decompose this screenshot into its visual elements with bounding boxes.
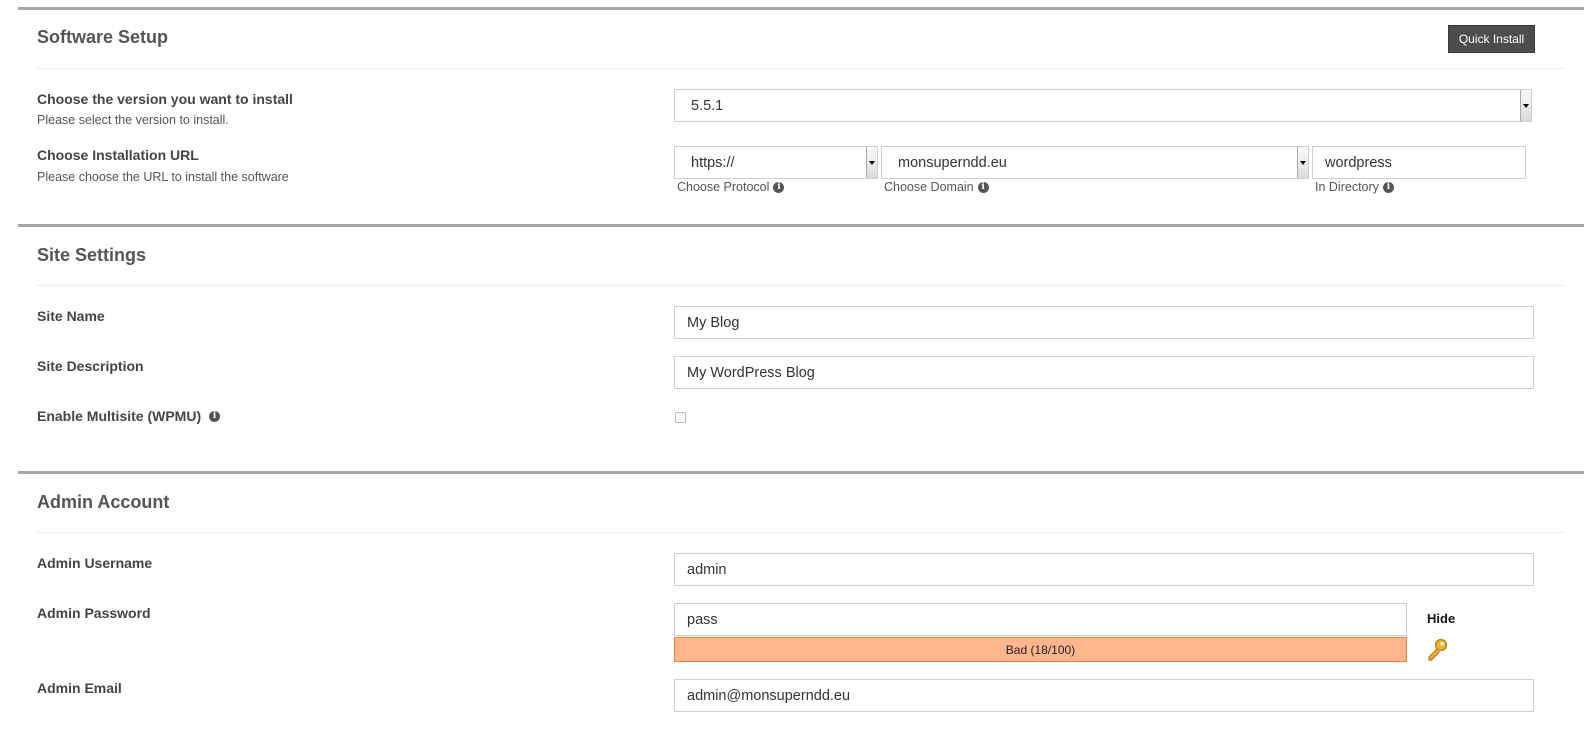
directory-hint-text: In Directory xyxy=(1315,180,1379,194)
chevron-down-icon xyxy=(1297,147,1308,178)
key-icon[interactable] xyxy=(1426,638,1448,662)
protocol-hint: Choose Protocol i xyxy=(677,180,785,194)
info-circle-icon[interactable]: i xyxy=(977,181,989,193)
protocol-select-value: https:// xyxy=(691,154,735,171)
divider xyxy=(37,68,1565,69)
admin-password-input[interactable]: pass xyxy=(674,603,1407,636)
domain-select[interactable]: monsuperndd.eu xyxy=(881,146,1309,179)
domain-hint-text: Choose Domain xyxy=(884,180,974,194)
section-divider xyxy=(18,7,1584,10)
site-name-label: Site Name xyxy=(37,308,105,324)
site-description-label: Site Description xyxy=(37,358,144,374)
version-select[interactable]: 5.5.1 xyxy=(674,89,1532,122)
protocol-hint-text: Choose Protocol xyxy=(677,180,770,194)
site-name-value: My Blog xyxy=(687,314,740,331)
multisite-checkbox[interactable] xyxy=(675,412,686,423)
admin-username-label: Admin Username xyxy=(37,555,153,571)
quick-install-button[interactable]: Quick Install xyxy=(1448,25,1535,53)
admin-email-label: Admin Email xyxy=(37,680,122,696)
site-name-input[interactable]: My Blog xyxy=(674,306,1534,339)
admin-account-title: Admin Account xyxy=(37,492,170,512)
site-description-value: My WordPress Blog xyxy=(687,364,815,381)
admin-username-value: admin xyxy=(687,561,727,578)
version-select-value: 5.5.1 xyxy=(691,97,724,114)
admin-email-value: admin@monsuperndd.eu xyxy=(687,687,851,704)
admin-password-value: pass xyxy=(687,611,718,628)
admin-password-label: Admin Password xyxy=(37,605,151,621)
divider xyxy=(37,532,1565,533)
install-url-label: Choose Installation URL xyxy=(37,147,199,163)
domain-hint: Choose Domain i xyxy=(884,180,989,194)
info-circle-icon[interactable]: i xyxy=(1382,181,1394,193)
software-setup-title: Software Setup xyxy=(37,27,169,47)
section-divider xyxy=(18,224,1584,227)
directory-input[interactable]: wordpress xyxy=(1312,146,1526,179)
version-label: Choose the version you want to install xyxy=(37,91,293,107)
info-circle-icon[interactable]: i xyxy=(773,181,785,193)
version-sublabel: Please select the version to install. xyxy=(37,113,229,127)
protocol-select[interactable]: https:// xyxy=(674,146,878,179)
multisite-label: Enable Multisite (WPMU) i xyxy=(37,408,221,424)
chevron-down-icon xyxy=(866,147,877,178)
password-strength-meter: Bad (18/100) xyxy=(674,637,1407,662)
site-settings-title: Site Settings xyxy=(37,245,147,265)
section-divider xyxy=(18,471,1584,474)
install-url-sublabel: Please choose the URL to install the sof… xyxy=(37,170,289,184)
divider xyxy=(37,285,1565,286)
chevron-down-icon xyxy=(1520,90,1531,121)
info-circle-icon[interactable]: i xyxy=(209,410,221,422)
directory-input-value: wordpress xyxy=(1325,154,1392,171)
multisite-label-text: Enable Multisite (WPMU) xyxy=(37,408,202,424)
admin-username-input[interactable]: admin xyxy=(674,553,1534,586)
site-description-input[interactable]: My WordPress Blog xyxy=(674,356,1534,389)
hide-password-link[interactable]: Hide xyxy=(1427,611,1455,626)
directory-hint: In Directory i xyxy=(1315,180,1394,194)
admin-email-input[interactable]: admin@monsuperndd.eu xyxy=(674,679,1534,712)
domain-select-value: monsuperndd.eu xyxy=(898,154,1007,171)
